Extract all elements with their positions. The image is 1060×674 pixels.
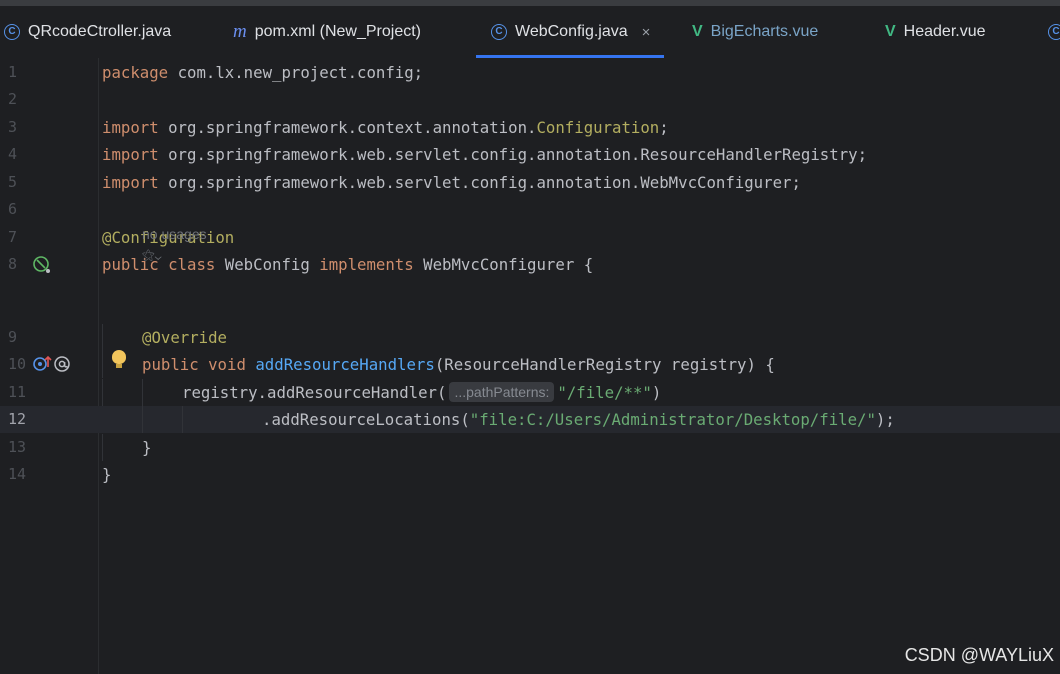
tab-label: Header.vue [903, 23, 986, 40]
code-text: package com.lx.new_project.config; [102, 63, 424, 82]
java-class-icon: C [1048, 24, 1060, 40]
line-number: 10 [8, 355, 27, 373]
line-number: 5 [8, 173, 18, 191]
tab-label: QRcodeCtroller.java [28, 23, 172, 40]
watermark: CSDN @WAYLiuX [904, 645, 1054, 665]
line-number: 11 [8, 383, 27, 401]
lightbulb-icon[interactable] [112, 350, 126, 368]
tab-qrcodectroller[interactable]: C QRcodeCtroller.java [4, 6, 171, 58]
line-number: 12 [8, 410, 27, 428]
ai-assistant-icon[interactable]: ⚝⌄ [142, 247, 162, 263]
code-line: 1 package com.lx.new_project.config; [0, 59, 1060, 86]
indent-guide [142, 379, 143, 406]
line-number: 13 [8, 438, 27, 456]
code-line: 11 registry.addResourceHandler(...pathPa… [0, 379, 1060, 406]
code-text: public void addResourceHandlers(Resource… [142, 355, 775, 374]
code-text: registry.addResourceHandler(...pathPatte… [182, 382, 662, 402]
no-usages-hint[interactable]: no usages [142, 226, 207, 242]
line-number: 3 [8, 118, 18, 136]
line-number: 7 [8, 228, 18, 246]
parameter-hint: ...pathPatterns: [449, 382, 555, 402]
code-text: @Override [142, 328, 228, 347]
at-annotation-icon[interactable] [53, 354, 71, 378]
line-number: 6 [8, 200, 18, 218]
code-text: import org.springframework.web.servlet.c… [102, 173, 801, 192]
code-line: 14 } [0, 461, 1060, 488]
code-line: 10 public void addResourceHandlers(Resou… [0, 351, 1060, 378]
tab-pom-xml[interactable]: m pom.xml (New_Project) [233, 6, 421, 58]
line-number: 1 [8, 63, 18, 81]
spring-bean-icon[interactable] [32, 255, 52, 279]
indent-guide [182, 406, 183, 433]
code-text: import org.springframework.context.annot… [102, 118, 669, 137]
code-line: 2 [0, 86, 1060, 113]
maven-icon: m [233, 21, 247, 42]
indent-guide [102, 434, 103, 461]
code-text: public class WebConfig implements WebMvc… [102, 255, 594, 274]
override-method-icon[interactable] [32, 354, 54, 378]
tab-label: WebConfig.java [515, 23, 628, 40]
editor-tab-bar: C QRcodeCtroller.java m pom.xml (New_Pro… [0, 6, 1060, 58]
code-line: 9 @Override [0, 324, 1060, 351]
java-class-icon: C [491, 24, 507, 40]
tab-webconfig[interactable]: C WebConfig.java × [476, 6, 665, 58]
vue-icon: V [885, 23, 896, 40]
tab-bigecharts-vue[interactable]: V BigEcharts.vue [692, 6, 818, 58]
line-number: 8 [8, 255, 18, 273]
code-line: 6 [0, 196, 1060, 223]
code-line: 13 } [0, 434, 1060, 461]
indent-guide [102, 351, 103, 378]
code-line-current: 12 .addResourceLocations("file:C:/Users/… [0, 406, 1060, 433]
code-text: } [142, 438, 152, 457]
line-number: 9 [8, 328, 18, 346]
code-line: 3 import org.springframework.context.ann… [0, 114, 1060, 141]
line-number: 14 [8, 465, 27, 483]
indent-guide [142, 406, 143, 433]
tab-header-vue[interactable]: V Header.vue [885, 6, 986, 58]
indent-guide [102, 379, 103, 406]
tab-label: BigEcharts.vue [710, 23, 819, 40]
java-class-icon: C [4, 24, 20, 40]
close-icon[interactable]: × [642, 24, 651, 41]
code-line: 5 import org.springframework.web.servlet… [0, 169, 1060, 196]
vue-icon: V [692, 23, 703, 40]
code-text: .addResourceLocations("file:C:/Users/Adm… [262, 410, 895, 429]
code-text: } [102, 465, 112, 484]
line-number: 2 [8, 90, 18, 108]
code-text: import org.springframework.web.servlet.c… [102, 145, 868, 164]
code-line: 4 import org.springframework.web.servlet… [0, 141, 1060, 168]
indent-guide [102, 324, 103, 351]
tab-overflow[interactable]: C [1048, 6, 1060, 58]
line-number: 4 [8, 145, 18, 163]
tab-label: pom.xml (New_Project) [254, 23, 421, 40]
